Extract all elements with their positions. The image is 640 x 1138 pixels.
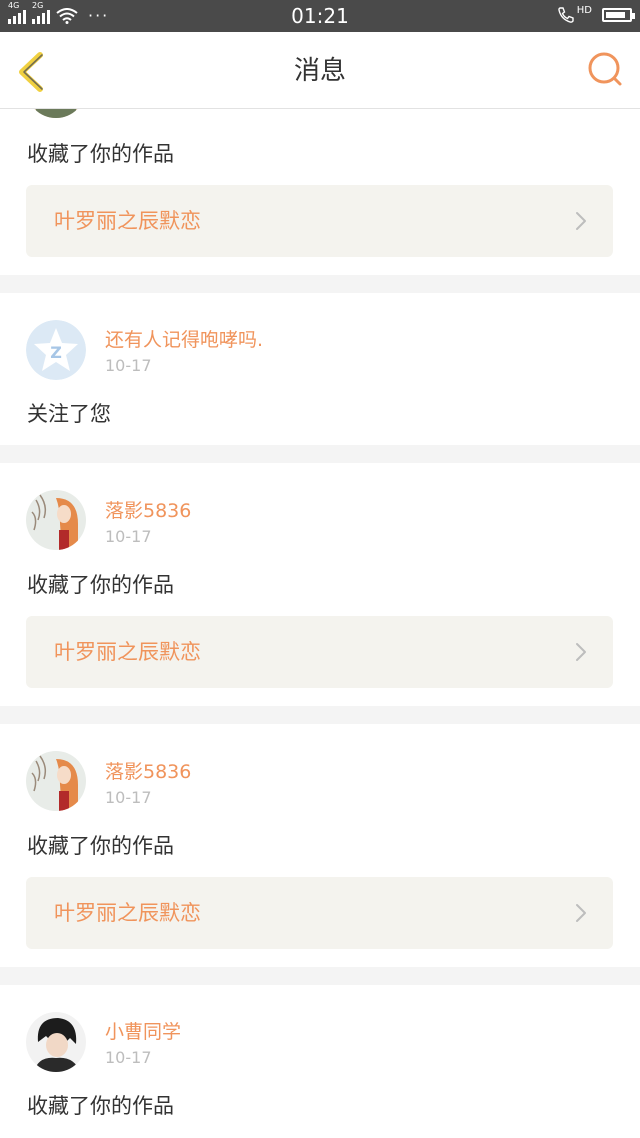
- hd-badge: HD: [576, 5, 592, 16]
- user-name[interactable]: 还有人记得咆哮吗.: [105, 329, 263, 351]
- work-title: 叶罗丽之辰默恋: [54, 209, 201, 233]
- status-time: 01:21: [291, 4, 349, 28]
- anime-girl-avatar: [26, 751, 86, 811]
- user-name[interactable]: 落影5836: [105, 500, 191, 522]
- work-link[interactable]: 叶罗丽之辰默恋: [26, 616, 613, 688]
- work-title: 叶罗丽之辰默恋: [54, 640, 201, 664]
- user-avatar[interactable]: [26, 751, 86, 811]
- work-title: 叶罗丽之辰默恋: [54, 901, 201, 925]
- search-icon: [588, 52, 622, 86]
- message-time: 10-17: [105, 356, 152, 375]
- action-text: 收藏了你的作品: [27, 573, 174, 597]
- search-button[interactable]: [586, 50, 626, 90]
- status-bar: 4G 2G ··· 01:21 HD: [0, 0, 640, 32]
- message-card: Z 还有人记得咆哮吗. 10-17 关注了您: [0, 293, 640, 445]
- action-text: 收藏了你的作品: [27, 142, 174, 166]
- action-text: 收藏了你的作品: [27, 1094, 174, 1118]
- chevron-right-icon: [576, 904, 586, 922]
- dark-hair-boy-avatar: [26, 1012, 86, 1072]
- svg-text:Z: Z: [50, 343, 62, 362]
- action-text: 关注了您: [27, 402, 111, 426]
- qzone-star-icon: Z: [26, 320, 86, 380]
- work-link[interactable]: 叶罗丽之辰默恋: [26, 877, 613, 949]
- work-link[interactable]: 叶罗丽之辰默恋: [26, 185, 613, 257]
- user-name[interactable]: 落影5836: [105, 761, 191, 783]
- user-name[interactable]: 小曹同学: [105, 1021, 181, 1043]
- action-text: 收藏了你的作品: [27, 834, 174, 858]
- user-avatar[interactable]: [26, 1012, 86, 1072]
- message-card: 小曹同学 10-17 收藏了你的作品: [0, 985, 640, 1138]
- chevron-right-icon: [576, 643, 586, 661]
- chevron-right-icon: [576, 212, 586, 230]
- message-time: 10-17: [105, 788, 152, 807]
- anime-girl-avatar: [26, 490, 86, 550]
- nav-bar: 消息: [0, 32, 640, 109]
- status-right: HD: [557, 5, 635, 24]
- call-hd-icon: [558, 7, 574, 23]
- user-avatar[interactable]: [26, 490, 86, 550]
- message-card: 落影5836 10-17 收藏了你的作品 叶罗丽之辰默恋: [0, 463, 640, 706]
- battery-icon: [602, 8, 635, 22]
- message-card: 落影5836 10-17 收藏了你的作品 叶罗丽之辰默恋: [0, 724, 640, 967]
- message-time: 10-17: [105, 527, 152, 546]
- message-time: 10-17: [105, 1048, 152, 1067]
- page-title: 消息: [293, 56, 346, 86]
- user-avatar[interactable]: Z: [26, 320, 86, 380]
